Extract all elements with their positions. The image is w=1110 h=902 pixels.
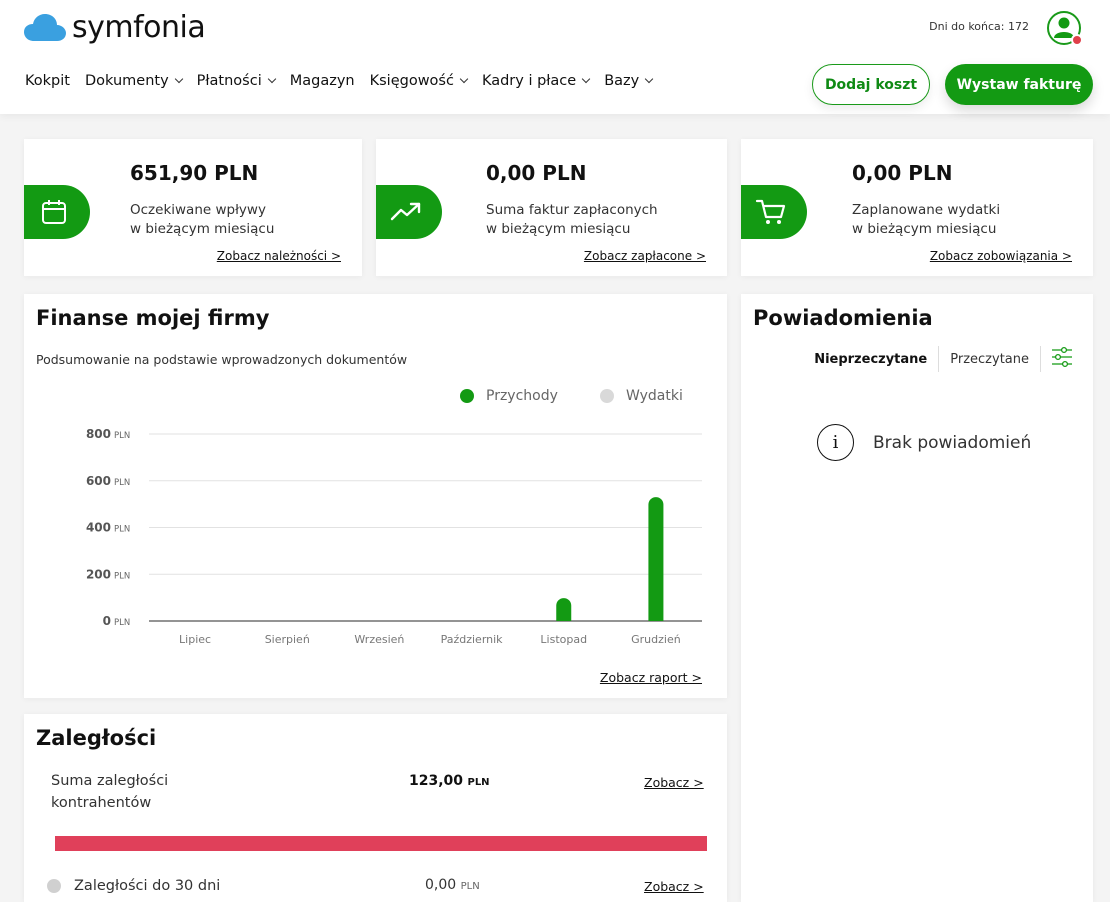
notifications-title: Powiadomienia (753, 306, 933, 330)
arrears-total-amount: 123,00 (409, 773, 464, 789)
x-category-label: Listopad (540, 633, 587, 646)
cloud-icon (24, 13, 66, 41)
chevron-down-icon (174, 74, 183, 84)
y-tick-unit: PLN (114, 478, 130, 488)
stat-value: 651,90 PLN (130, 161, 259, 185)
nav-label: Księgowość (369, 73, 454, 89)
x-category-label: Wrzesień (354, 633, 404, 646)
stat-desc-line: w bieżącym miesiącu (486, 221, 631, 237)
y-tick-value: 200 (86, 567, 111, 581)
arrears-title: Zaległości (36, 726, 157, 750)
chevron-down-icon (581, 74, 591, 84)
symfonia-logo[interactable]: symfonia (24, 10, 206, 45)
notification-tabs: Nieprzeczytane Przeczytane (803, 346, 1073, 372)
stat-icon-tab (376, 185, 442, 239)
stat-card-planned-expenses: 0,00 PLN Zaplanowane wydatki w bieżącym … (741, 139, 1093, 276)
arrears-30-label: Zaległości do 30 dni (74, 878, 221, 894)
top-header: symfonia Dni do końca: 172 Kokpit Dokume… (0, 0, 1110, 114)
arrears-total-value: 123,00 PLN (409, 773, 490, 789)
calendar-icon (42, 200, 66, 224)
tab-read[interactable]: Przeczytane (939, 346, 1041, 372)
chevron-down-icon (267, 74, 276, 84)
trending-up-icon (390, 202, 421, 221)
nav-label: Kadry i płace (481, 73, 577, 89)
finance-bar-chart: 0 PLN200 PLN400 PLN600 PLN800 PLN Lipiec Sierp… (86, 427, 702, 646)
nav-magazyn[interactable]: Magazyn (290, 73, 355, 89)
view-receivables-link[interactable]: Zobacz należności > (217, 249, 341, 263)
trial-days-left: Dni do końca: 172 (929, 20, 1029, 33)
cart-icon (755, 199, 786, 224)
stat-desc-line: Zaplanowane wydatki (852, 202, 1001, 218)
arrears-30-amount: 0,00 (425, 877, 457, 893)
view-liabilities-link[interactable]: Zobacz zobowiązania > (930, 249, 1072, 263)
stat-desc-line: Oczekiwane wpływy (130, 202, 266, 218)
main-nav: Kokpit Dokumenty Płatności Magazyn Księg… (25, 73, 667, 89)
stat-description: Suma faktur zapłaconych w bieżącym miesi… (486, 201, 658, 239)
revenue-bar (556, 598, 572, 621)
stat-desc-line: Suma faktur zapłaconych (486, 202, 658, 218)
stat-desc-line: w bieżącym miesiącu (852, 221, 997, 237)
y-tick-unit: PLN (114, 571, 130, 581)
y-tick-value: 800 (86, 427, 111, 441)
stat-value: 0,00 PLN (486, 161, 587, 185)
arrears-total-view-link[interactable]: Zobacz > (644, 775, 704, 790)
x-category-label: Lipiec (179, 633, 211, 646)
stat-icon-tab (741, 185, 807, 239)
finance-card: Finanse mojej firmy Podsumowanie na pods… (24, 294, 727, 698)
chevron-down-icon (645, 74, 654, 84)
nav-platnosci[interactable]: Płatności (196, 73, 276, 89)
tab-unread[interactable]: Nieprzeczytane (803, 346, 940, 372)
y-tick-value: 600 (86, 474, 111, 488)
nav-label: Dokumenty (84, 73, 169, 89)
no-notifications-text: Brak powiadomień (873, 432, 1032, 453)
stat-card-paid-invoices: 0,00 PLN Suma faktur zapłaconych w bieżą… (376, 139, 727, 276)
arrears-30-view-link[interactable]: Zobacz > (644, 879, 704, 894)
issue-invoice-button[interactable]: Wystaw fakturę (945, 64, 1093, 105)
notification-dot (1071, 34, 1083, 46)
y-tick-unit: PLN (114, 618, 130, 628)
arrears-total-label-line: Suma zaległości (51, 773, 169, 789)
stat-value: 0,00 PLN (852, 161, 953, 185)
stat-icon-tab (24, 185, 90, 239)
nav-kokpit[interactable]: Kokpit (25, 73, 70, 89)
arrears-total-label-line: kontrahentów (51, 795, 152, 811)
no-notifications-notice: i Brak powiadomień (817, 424, 1031, 461)
x-category-label: Październik (441, 633, 504, 646)
arrears-progress-bar (55, 836, 707, 851)
notifications-card: Powiadomienia Nieprzeczytane Przeczytane… (741, 294, 1093, 902)
stat-description: Zaplanowane wydatki w bieżącym miesiącu (852, 201, 1000, 239)
chevron-down-icon (459, 74, 469, 84)
x-category-label: Grudzień (631, 633, 681, 646)
nav-label: Bazy (604, 73, 640, 89)
arrears-card: Zaległości Suma zaległości kontrahentów … (24, 714, 727, 902)
nav-label: Płatności (196, 73, 262, 89)
filter-settings-icon[interactable] (1041, 346, 1073, 372)
arrears-total-unit: PLN (467, 777, 490, 788)
arrears-total-label: Suma zaległości kontrahentów (51, 770, 168, 814)
stat-card-expected-income: 651,90 PLN Oczekiwane wpływy w bieżącym … (24, 139, 362, 276)
nav-bazy[interactable]: Bazy (604, 73, 654, 89)
view-report-link[interactable]: Zobacz raport > (600, 670, 702, 685)
stat-desc-line: w bieżącym miesiącu (130, 221, 275, 237)
nav-label: Magazyn (289, 73, 355, 89)
stat-description: Oczekiwane wpływy w bieżącym miesiącu (130, 201, 274, 239)
y-tick-value: 400 (86, 521, 111, 535)
status-dot (47, 879, 61, 893)
y-tick-unit: PLN (114, 431, 130, 441)
view-paid-link[interactable]: Zobacz zapłacone > (584, 249, 706, 263)
arrears-30-value: 0,00 PLN (425, 877, 480, 893)
nav-ksiegowosc[interactable]: Księgowość (369, 73, 469, 89)
y-tick-unit: PLN (114, 525, 130, 535)
user-avatar[interactable] (1047, 11, 1083, 46)
y-tick-value: 0 (103, 614, 111, 628)
logo-text: symfonia (72, 10, 206, 45)
revenue-bar (648, 497, 664, 621)
info-icon: i (817, 424, 854, 461)
nav-label: Kokpit (25, 73, 70, 89)
nav-kadry[interactable]: Kadry i płace (481, 73, 591, 89)
x-category-label: Sierpień (265, 633, 310, 646)
add-cost-button[interactable]: Dodaj koszt (812, 64, 930, 105)
arrears-30-unit: PLN (460, 881, 480, 892)
nav-dokumenty[interactable]: Dokumenty (84, 73, 183, 89)
